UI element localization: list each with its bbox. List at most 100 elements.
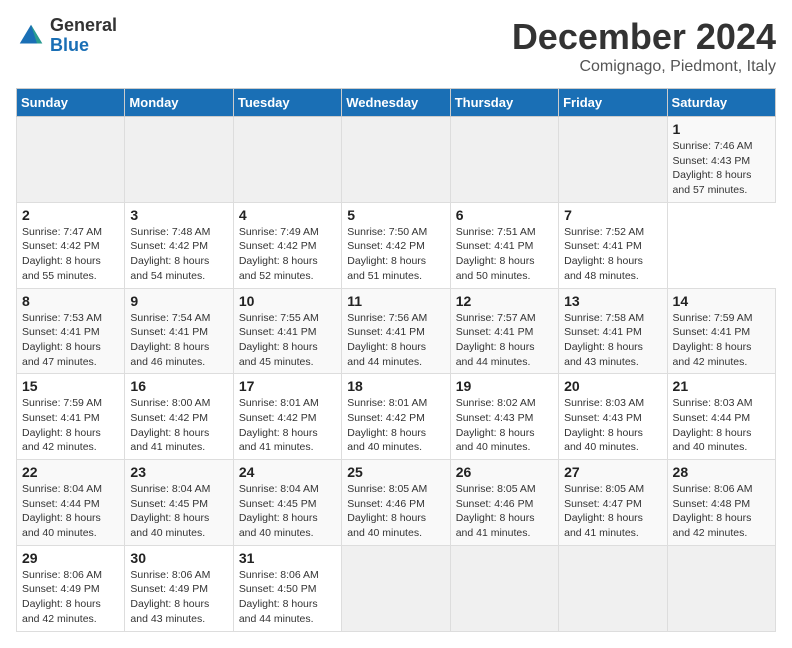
- day-info: Sunrise: 7:46 AM Sunset: 4:43 PM Dayligh…: [673, 139, 770, 198]
- day-info: Sunrise: 8:04 AM Sunset: 4:45 PM Dayligh…: [130, 482, 227, 541]
- day-info: Sunrise: 7:47 AM Sunset: 4:42 PM Dayligh…: [22, 225, 119, 284]
- day-cell-9: 9 Sunrise: 7:54 AM Sunset: 4:41 PM Dayli…: [125, 288, 233, 374]
- day-info: Sunrise: 7:52 AM Sunset: 4:41 PM Dayligh…: [564, 225, 661, 284]
- day-info: Sunrise: 7:58 AM Sunset: 4:41 PM Dayligh…: [564, 311, 661, 370]
- day-number: 22: [22, 464, 119, 480]
- empty-cell: [450, 545, 558, 631]
- day-header-thursday: Thursday: [450, 89, 558, 117]
- day-header-wednesday: Wednesday: [342, 89, 450, 117]
- day-cell-18: 18 Sunrise: 8:01 AM Sunset: 4:42 PM Dayl…: [342, 374, 450, 460]
- logo-blue-text: Blue: [50, 35, 89, 55]
- day-number: 6: [456, 207, 553, 223]
- day-header-friday: Friday: [559, 89, 667, 117]
- day-cell-6: 6 Sunrise: 7:51 AM Sunset: 4:41 PM Dayli…: [450, 202, 558, 288]
- day-info: Sunrise: 8:03 AM Sunset: 4:43 PM Dayligh…: [564, 396, 661, 455]
- day-header-tuesday: Tuesday: [233, 89, 341, 117]
- day-number: 14: [673, 293, 770, 309]
- day-info: Sunrise: 8:05 AM Sunset: 4:46 PM Dayligh…: [456, 482, 553, 541]
- day-cell-8: 8 Sunrise: 7:53 AM Sunset: 4:41 PM Dayli…: [17, 288, 125, 374]
- day-cell-4: 4 Sunrise: 7:49 AM Sunset: 4:42 PM Dayli…: [233, 202, 341, 288]
- week-row-3: 8 Sunrise: 7:53 AM Sunset: 4:41 PM Dayli…: [17, 288, 776, 374]
- day-cell-14: 14 Sunrise: 7:59 AM Sunset: 4:41 PM Dayl…: [667, 288, 775, 374]
- day-info: Sunrise: 7:51 AM Sunset: 4:41 PM Dayligh…: [456, 225, 553, 284]
- day-number: 5: [347, 207, 444, 223]
- header: General Blue December 2024 Comignago, Pi…: [16, 16, 776, 76]
- day-header-monday: Monday: [125, 89, 233, 117]
- day-number: 3: [130, 207, 227, 223]
- month-title: December 2024: [512, 16, 776, 58]
- day-cell-19: 19 Sunrise: 8:02 AM Sunset: 4:43 PM Dayl…: [450, 374, 558, 460]
- day-info: Sunrise: 8:02 AM Sunset: 4:43 PM Dayligh…: [456, 396, 553, 455]
- day-number: 29: [22, 550, 119, 566]
- day-cell-10: 10 Sunrise: 7:55 AM Sunset: 4:41 PM Dayl…: [233, 288, 341, 374]
- day-cell-31: 31 Sunrise: 8:06 AM Sunset: 4:50 PM Dayl…: [233, 545, 341, 631]
- day-info: Sunrise: 7:54 AM Sunset: 4:41 PM Dayligh…: [130, 311, 227, 370]
- day-header-saturday: Saturday: [667, 89, 775, 117]
- day-info: Sunrise: 8:00 AM Sunset: 4:42 PM Dayligh…: [130, 396, 227, 455]
- day-number: 28: [673, 464, 770, 480]
- day-number: 8: [22, 293, 119, 309]
- day-number: 13: [564, 293, 661, 309]
- day-number: 19: [456, 378, 553, 394]
- empty-cell: [233, 117, 341, 203]
- week-row-6: 29 Sunrise: 8:06 AM Sunset: 4:49 PM Dayl…: [17, 545, 776, 631]
- day-number: 20: [564, 378, 661, 394]
- day-number: 10: [239, 293, 336, 309]
- title-block: December 2024 Comignago, Piedmont, Italy: [512, 16, 776, 76]
- week-row-1: 1 Sunrise: 7:46 AM Sunset: 4:43 PM Dayli…: [17, 117, 776, 203]
- day-info: Sunrise: 8:04 AM Sunset: 4:45 PM Dayligh…: [239, 482, 336, 541]
- empty-cell: [342, 545, 450, 631]
- day-info: Sunrise: 7:49 AM Sunset: 4:42 PM Dayligh…: [239, 225, 336, 284]
- day-info: Sunrise: 7:50 AM Sunset: 4:42 PM Dayligh…: [347, 225, 444, 284]
- day-number: 7: [564, 207, 661, 223]
- days-header-row: SundayMondayTuesdayWednesdayThursdayFrid…: [17, 89, 776, 117]
- day-info: Sunrise: 8:06 AM Sunset: 4:48 PM Dayligh…: [673, 482, 770, 541]
- calendar-table: SundayMondayTuesdayWednesdayThursdayFrid…: [16, 88, 776, 632]
- day-cell-24: 24 Sunrise: 8:04 AM Sunset: 4:45 PM Dayl…: [233, 460, 341, 546]
- week-row-2: 2 Sunrise: 7:47 AM Sunset: 4:42 PM Dayli…: [17, 202, 776, 288]
- day-cell-15: 15 Sunrise: 7:59 AM Sunset: 4:41 PM Dayl…: [17, 374, 125, 460]
- day-cell-1: 1 Sunrise: 7:46 AM Sunset: 4:43 PM Dayli…: [667, 117, 775, 203]
- day-info: Sunrise: 8:01 AM Sunset: 4:42 PM Dayligh…: [347, 396, 444, 455]
- day-number: 30: [130, 550, 227, 566]
- day-cell-23: 23 Sunrise: 8:04 AM Sunset: 4:45 PM Dayl…: [125, 460, 233, 546]
- empty-cell: [342, 117, 450, 203]
- day-cell-20: 20 Sunrise: 8:03 AM Sunset: 4:43 PM Dayl…: [559, 374, 667, 460]
- day-info: Sunrise: 7:53 AM Sunset: 4:41 PM Dayligh…: [22, 311, 119, 370]
- day-number: 16: [130, 378, 227, 394]
- day-cell-7: 7 Sunrise: 7:52 AM Sunset: 4:41 PM Dayli…: [559, 202, 667, 288]
- week-row-4: 15 Sunrise: 7:59 AM Sunset: 4:41 PM Dayl…: [17, 374, 776, 460]
- day-number: 15: [22, 378, 119, 394]
- day-number: 27: [564, 464, 661, 480]
- day-info: Sunrise: 7:55 AM Sunset: 4:41 PM Dayligh…: [239, 311, 336, 370]
- day-number: 23: [130, 464, 227, 480]
- day-cell-28: 28 Sunrise: 8:06 AM Sunset: 4:48 PM Dayl…: [667, 460, 775, 546]
- location: Comignago, Piedmont, Italy: [512, 58, 776, 76]
- day-cell-30: 30 Sunrise: 8:06 AM Sunset: 4:49 PM Dayl…: [125, 545, 233, 631]
- day-number: 4: [239, 207, 336, 223]
- day-cell-17: 17 Sunrise: 8:01 AM Sunset: 4:42 PM Dayl…: [233, 374, 341, 460]
- logo-general-text: General: [50, 15, 117, 35]
- day-info: Sunrise: 7:57 AM Sunset: 4:41 PM Dayligh…: [456, 311, 553, 370]
- day-cell-27: 27 Sunrise: 8:05 AM Sunset: 4:47 PM Dayl…: [559, 460, 667, 546]
- day-cell-26: 26 Sunrise: 8:05 AM Sunset: 4:46 PM Dayl…: [450, 460, 558, 546]
- day-cell-22: 22 Sunrise: 8:04 AM Sunset: 4:44 PM Dayl…: [17, 460, 125, 546]
- day-info: Sunrise: 7:56 AM Sunset: 4:41 PM Dayligh…: [347, 311, 444, 370]
- day-cell-2: 2 Sunrise: 7:47 AM Sunset: 4:42 PM Dayli…: [17, 202, 125, 288]
- day-info: Sunrise: 7:59 AM Sunset: 4:41 PM Dayligh…: [22, 396, 119, 455]
- day-cell-3: 3 Sunrise: 7:48 AM Sunset: 4:42 PM Dayli…: [125, 202, 233, 288]
- day-cell-12: 12 Sunrise: 7:57 AM Sunset: 4:41 PM Dayl…: [450, 288, 558, 374]
- day-number: 9: [130, 293, 227, 309]
- day-info: Sunrise: 8:05 AM Sunset: 4:46 PM Dayligh…: [347, 482, 444, 541]
- day-number: 11: [347, 293, 444, 309]
- day-number: 21: [673, 378, 770, 394]
- week-row-5: 22 Sunrise: 8:04 AM Sunset: 4:44 PM Dayl…: [17, 460, 776, 546]
- day-number: 24: [239, 464, 336, 480]
- day-number: 17: [239, 378, 336, 394]
- day-cell-29: 29 Sunrise: 8:06 AM Sunset: 4:49 PM Dayl…: [17, 545, 125, 631]
- empty-cell: [125, 117, 233, 203]
- day-info: Sunrise: 8:06 AM Sunset: 4:49 PM Dayligh…: [22, 568, 119, 627]
- logo: General Blue: [16, 16, 117, 56]
- day-info: Sunrise: 8:01 AM Sunset: 4:42 PM Dayligh…: [239, 396, 336, 455]
- day-number: 25: [347, 464, 444, 480]
